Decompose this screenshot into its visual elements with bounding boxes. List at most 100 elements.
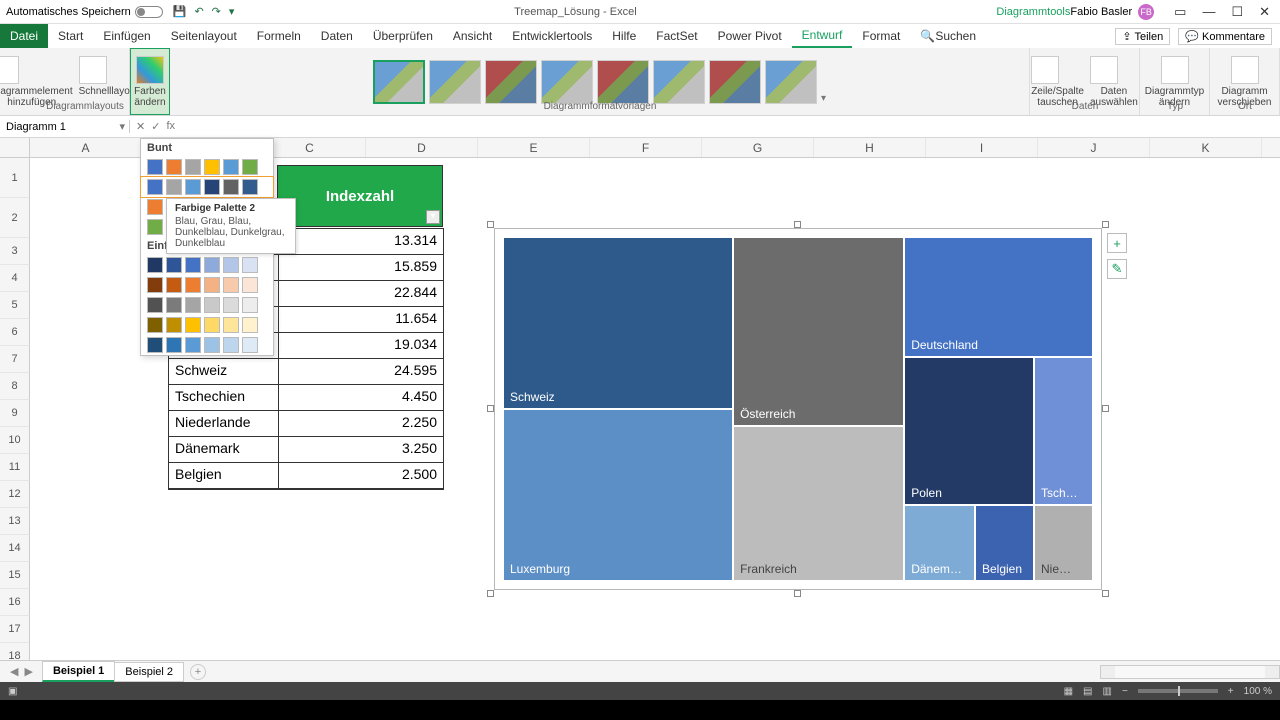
col-A[interactable]: A [30,138,142,157]
zoom-in-icon[interactable]: + [1228,686,1234,697]
select-data-icon[interactable] [1090,56,1118,84]
chart-styles-button[interactable]: ✎ [1107,259,1127,279]
sheet-nav[interactable]: ◀▶ [0,665,43,678]
tm-belgien[interactable]: Belgien [975,505,1034,581]
row-13[interactable]: 13 [0,508,30,535]
style-2[interactable] [429,60,481,104]
style-7[interactable] [709,60,761,104]
tab-data[interactable]: Daten [311,24,363,48]
palette-row-1[interactable] [141,157,273,177]
col-D[interactable]: D [366,138,478,157]
chart-elements-button[interactable]: + [1107,233,1127,253]
zoom-out-icon[interactable]: − [1122,686,1128,697]
mono-gray[interactable] [141,295,273,315]
search-label[interactable]: 🔍 Suchen [910,24,986,48]
tm-schweiz[interactable]: Schweiz [503,237,733,409]
view-normal-icon[interactable]: ▦ [1064,686,1073,697]
tab-help[interactable]: Hilfe [602,24,646,48]
row-8[interactable]: 8 [0,373,30,400]
col-E[interactable]: E [478,138,590,157]
tab-design[interactable]: Entwurf [792,24,853,48]
tab-formulas[interactable]: Formeln [247,24,311,48]
record-macro-icon[interactable]: ▣ [8,686,17,697]
row-15[interactable]: 15 [0,562,30,589]
style-1[interactable] [373,60,425,104]
tm-polen[interactable]: Polen [904,357,1034,505]
tab-format[interactable]: Format [852,24,910,48]
filter-icon[interactable]: ▾ [426,210,440,224]
tab-insert[interactable]: Einfügen [93,24,160,48]
comments-button[interactable]: 💬 Kommentare [1178,28,1272,45]
save-icon[interactable]: 💾 [173,5,187,18]
swatch[interactable] [242,179,258,195]
col-H[interactable]: H [814,138,926,157]
palette-row-2[interactable] [141,177,273,197]
col-I[interactable]: I [926,138,1038,157]
view-pagelayout-icon[interactable]: ▤ [1083,686,1092,697]
swatch[interactable] [166,179,182,195]
row-12[interactable]: 12 [0,481,30,508]
cancel-icon[interactable]: ✕ [136,120,145,133]
swatch[interactable] [204,159,220,175]
undo-icon[interactable]: ↶ [194,5,203,18]
tab-powerpivot[interactable]: Power Pivot [708,24,792,48]
style-3[interactable] [485,60,537,104]
select-all-corner[interactable] [0,138,30,157]
change-type-icon[interactable] [1161,56,1189,84]
add-chart-element-icon[interactable] [0,56,19,84]
autosave-toggle[interactable]: Automatisches Speichern [6,6,163,18]
row-7[interactable]: 7 [0,346,30,373]
swatch[interactable] [147,159,163,175]
treemap-chart[interactable]: + ✎ Schweiz Luxemburg Österreich Frankre… [494,228,1102,590]
swatch[interactable] [166,159,182,175]
mono-gold[interactable] [141,315,273,335]
row-6[interactable]: 6 [0,319,30,346]
row-4[interactable]: 4 [0,265,30,292]
tab-factset[interactable]: FactSet [646,24,707,48]
view-pagebreak-icon[interactable]: ▥ [1103,686,1112,697]
horizontal-scrollbar[interactable] [1100,665,1280,679]
row-2[interactable]: 2 [0,198,30,238]
move-chart-icon[interactable] [1231,56,1259,84]
tm-oesterreich[interactable]: Österreich [733,237,904,426]
col-J[interactable]: J [1038,138,1150,157]
close-icon[interactable]: ✕ [1259,4,1270,20]
col-F[interactable]: F [590,138,702,157]
mono-orange[interactable] [141,275,273,295]
mono-blue[interactable] [141,255,273,275]
swatch[interactable] [223,179,239,195]
row-3[interactable]: 3 [0,238,30,265]
tab-start[interactable]: Start [48,24,93,48]
swatch[interactable] [242,159,258,175]
chevron-down-icon[interactable]: ▾ [119,120,125,133]
tm-deutschland[interactable]: Deutschland [904,237,1093,357]
tm-daenemark[interactable]: Dänem… [904,505,975,581]
tab-file[interactable]: Datei [0,24,48,48]
minimize-icon[interactable]: — [1202,4,1215,20]
swatch[interactable] [185,179,201,195]
row-10[interactable]: 10 [0,427,30,454]
tm-tschechien[interactable]: Tsch… [1034,357,1093,505]
col-G[interactable]: G [702,138,814,157]
zoom-slider[interactable] [1138,689,1218,693]
swatch[interactable] [147,219,163,235]
style-5[interactable] [597,60,649,104]
redo-icon[interactable]: ↷ [212,5,221,18]
tm-frankreich[interactable]: Frankreich [733,426,904,581]
add-sheet-button[interactable]: + [190,664,206,680]
swatch[interactable] [223,159,239,175]
tm-luxemburg[interactable]: Luxemburg [503,409,733,581]
zoom-level[interactable]: 100 % [1244,686,1272,697]
quick-layout-icon[interactable] [79,56,107,84]
maximize-icon[interactable]: ☐ [1231,4,1243,20]
name-box[interactable]: Diagramm 1▾ [0,120,130,133]
share-button[interactable]: ⇪ Teilen [1115,28,1170,45]
sheet-tab-2[interactable]: Beispiel 2 [114,662,184,682]
style-4[interactable] [541,60,593,104]
confirm-icon[interactable]: ✓ [151,120,160,133]
tab-review[interactable]: Überprüfen [363,24,443,48]
user-area[interactable]: Fabio Basler FB [1070,4,1154,20]
swatch[interactable] [204,179,220,195]
toggle-switch[interactable] [135,6,163,18]
worksheet[interactable]: A B C D E F G H I J K 1 2 3 4 5 6 7 8 9 … [0,138,1280,654]
